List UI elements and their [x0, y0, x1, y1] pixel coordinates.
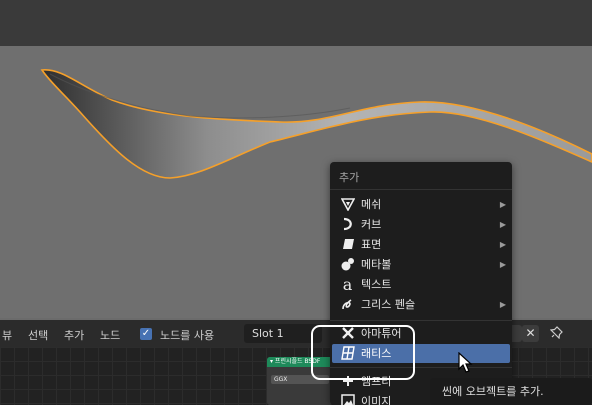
submenu-arrow-icon: ▶: [499, 300, 506, 309]
submenu-arrow-icon: ▶: [499, 240, 506, 249]
highlight-annotation: [311, 325, 415, 380]
mesh-icon: [340, 197, 355, 212]
curve-icon: [340, 217, 355, 232]
submenu-arrow-icon: ▶: [499, 220, 506, 229]
menu-item-surface[interactable]: 표면 ▶: [332, 235, 510, 254]
use-nodes-label: 노드를 사용: [160, 329, 215, 342]
select-menu[interactable]: 선택: [28, 327, 48, 343]
submenu-arrow-icon: ▶: [499, 200, 506, 209]
menu-title: 추가: [339, 171, 360, 184]
mouse-cursor-icon: [458, 352, 473, 373]
menu-item-label: 메쉬: [361, 198, 382, 211]
menu-item-label: 텍스트: [361, 278, 392, 291]
metaball-icon: [340, 257, 355, 272]
menu-divider: [330, 320, 512, 321]
menu-item-label: 표면: [361, 238, 382, 251]
node-menu[interactable]: 노드: [100, 327, 120, 343]
menu-item-label: 그리스 펜슬: [361, 298, 416, 311]
tooltip: 씬에 오브젝트를 추가.: [430, 378, 592, 405]
use-nodes-checkbox[interactable]: ✓: [140, 328, 152, 340]
image-icon: [340, 394, 355, 405]
top-bar: [0, 0, 592, 46]
close-icon[interactable]: ✕: [522, 325, 539, 342]
grease-pencil-icon: [340, 297, 355, 312]
menu-item-grease-pencil[interactable]: 그리스 펜슬 ▶: [332, 295, 510, 314]
menu-item-text[interactable]: a 텍스트: [332, 275, 510, 294]
menu-divider: [330, 189, 512, 190]
text-icon: a: [342, 275, 353, 294]
view-menu[interactable]: 뷰: [2, 327, 12, 343]
pin-icon[interactable]: [548, 325, 565, 342]
add-menu[interactable]: 추가: [64, 327, 84, 343]
menu-item-label: 메타볼: [361, 258, 392, 271]
menu-item-metaball[interactable]: 메타볼 ▶: [332, 255, 510, 274]
surface-icon: [340, 237, 355, 252]
submenu-arrow-icon: ▶: [499, 260, 506, 269]
menu-item-mesh[interactable]: 메쉬 ▶: [332, 195, 510, 214]
menu-item-label: 커브: [361, 218, 382, 231]
menu-item-curve[interactable]: 커브 ▶: [332, 215, 510, 234]
menu-item-label: 이미지: [361, 395, 392, 405]
